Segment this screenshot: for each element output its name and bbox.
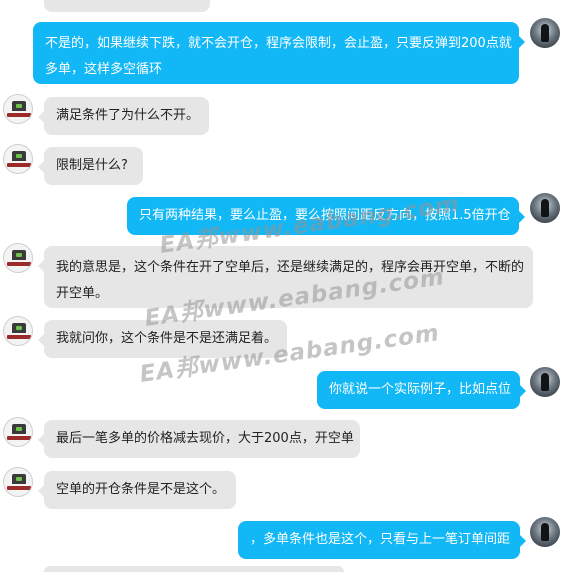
- ea-logo-text-icon: [7, 262, 31, 266]
- bot-avatar[interactable]: [3, 316, 33, 346]
- ea-logo-icon: [12, 323, 26, 333]
- ea-logo-icon: [12, 151, 26, 161]
- message-bubble-incoming: 最后一笔多单的价格减去现价，大于200点，开空单: [38, 420, 360, 458]
- message-bubble-incoming: 我的意思是，这个条件在开了空单后，还是继续满足的，程序会再开空单，不断的 开空单…: [38, 246, 533, 308]
- avatar-figure-icon: [541, 373, 549, 391]
- bot-avatar[interactable]: [3, 467, 33, 497]
- message-text-line-2: 开空单。: [56, 286, 109, 301]
- ea-logo-text-icon: [7, 335, 31, 339]
- partial-message-bottom: [44, 566, 344, 572]
- ea-logo-icon: [12, 250, 26, 260]
- ea-logo-icon: [12, 474, 26, 484]
- bot-avatar[interactable]: [3, 94, 33, 124]
- message-bubble-outgoing: 只有两种结果，要么止盈，要么按照间距反方向，按照1.5倍开仓: [127, 197, 525, 235]
- message-text-line-1: 我的意思是，这个条件在开了空单后，还是继续满足的，程序会再开空单，不断的: [56, 260, 525, 275]
- user-avatar[interactable]: [530, 367, 560, 397]
- partial-message-top: [44, 0, 210, 12]
- message-bubble-incoming: 我就问你，这个条件是不是还满足着。: [38, 320, 287, 358]
- bot-avatar[interactable]: [3, 144, 33, 174]
- user-avatar[interactable]: [530, 517, 560, 547]
- message-text-line-2: 多单，这样多空循环: [45, 62, 163, 77]
- ea-logo-text-icon: [7, 436, 31, 440]
- message-bubble-outgoing: 不是的，如果继续下跌，就不会开仓，程序会限制，会止盈，只要反弹到200点就 多单…: [33, 22, 525, 84]
- bot-avatar[interactable]: [3, 417, 33, 447]
- ea-logo-text-icon: [7, 163, 31, 167]
- ea-logo-icon: [12, 101, 26, 111]
- ea-logo-icon: [12, 424, 26, 434]
- ea-logo-text-icon: [7, 486, 31, 490]
- ea-logo-text-icon: [7, 113, 31, 117]
- avatar-figure-icon: [541, 24, 549, 42]
- bot-avatar[interactable]: [3, 243, 33, 273]
- message-bubble-incoming: 满足条件了为什么不开。: [38, 97, 209, 135]
- message-bubble-incoming: 限制是什么?: [38, 147, 143, 185]
- user-avatar[interactable]: [530, 18, 560, 48]
- avatar-figure-icon: [541, 523, 549, 541]
- message-bubble-incoming: 空单的开仓条件是不是这个。: [38, 471, 236, 509]
- message-bubble-outgoing: ，多单条件也是这个，只看与上一笔订单间距: [238, 521, 526, 559]
- avatar-figure-icon: [541, 199, 549, 217]
- message-bubble-outgoing: 你就说一个实际例子，比如点位: [317, 371, 526, 409]
- message-text-line-1: 不是的，如果继续下跌，就不会开仓，程序会限制，会止盈，只要反弹到200点就: [45, 36, 512, 51]
- user-avatar[interactable]: [530, 193, 560, 223]
